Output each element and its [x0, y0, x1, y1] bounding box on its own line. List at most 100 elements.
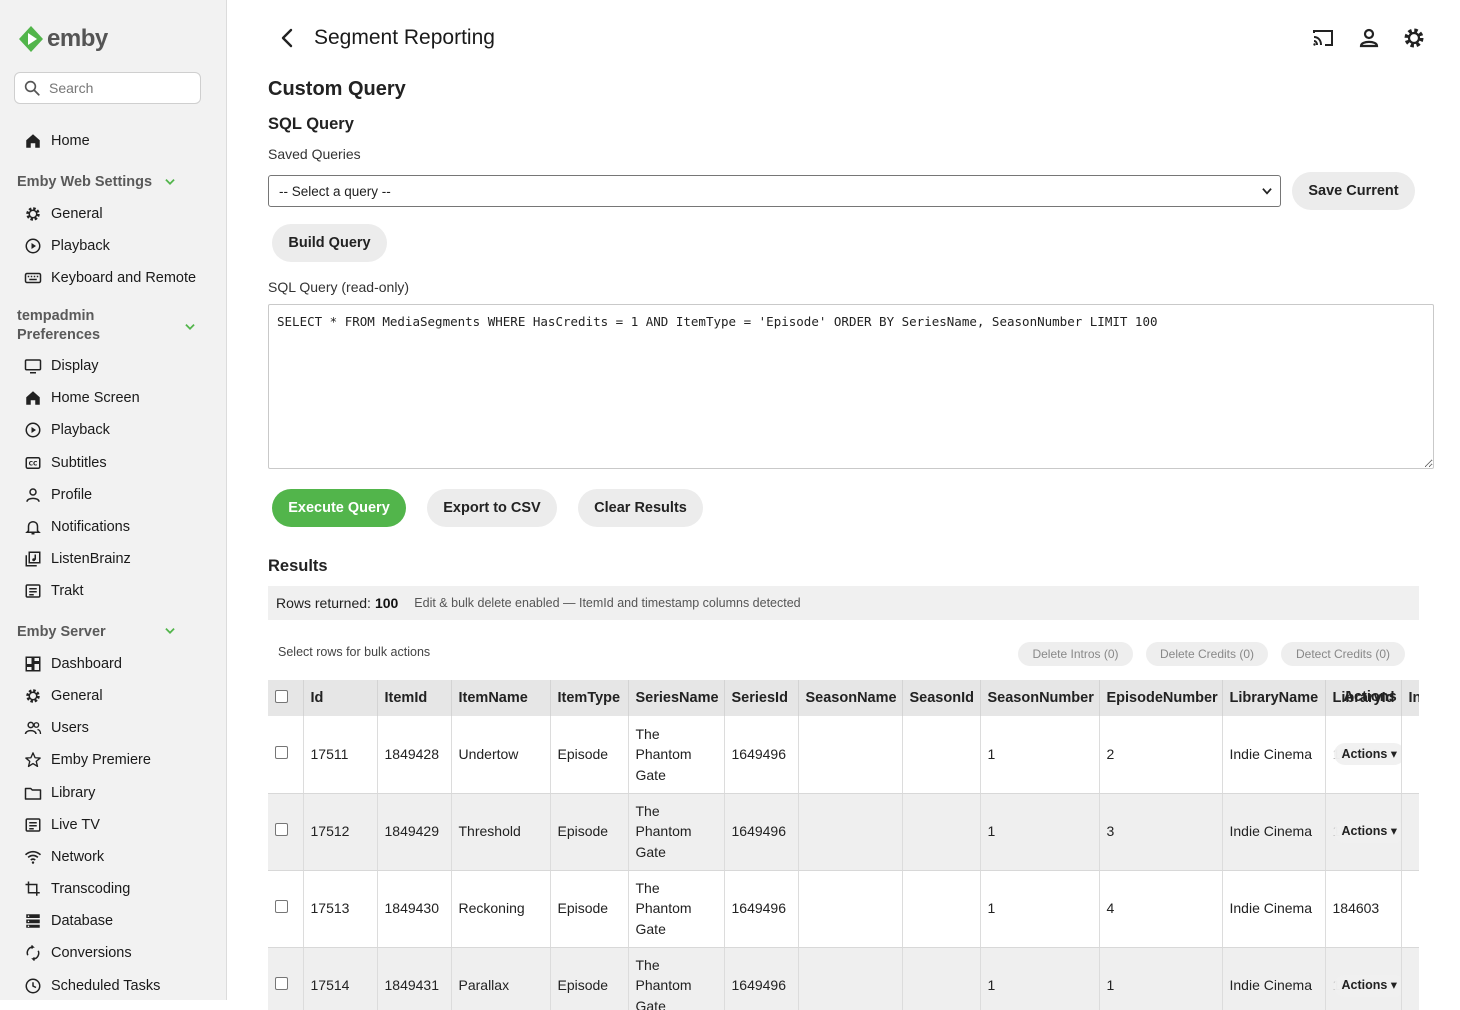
sidebar-item-network[interactable]: Network	[24, 845, 104, 869]
cell-seasonid	[902, 716, 981, 794]
row-actions-button[interactable]: Actions ▾	[1333, 974, 1400, 997]
cell-libraryid: 184603Actions ▾	[1325, 947, 1402, 1010]
sidebar-item-pref-playback[interactable]: Playback	[24, 418, 110, 442]
sync-icon	[26, 944, 40, 962]
column-header-seasonid[interactable]: SeasonId	[902, 680, 981, 716]
cell-seasonnumber: 1	[980, 716, 1100, 794]
search-input[interactable]	[47, 79, 197, 97]
sidebar-item-profile[interactable]: Profile	[24, 483, 92, 507]
delete-intros-button[interactable]: Delete Intros (0)	[1018, 642, 1133, 666]
sidebar-item-label: Transcoding	[51, 881, 131, 897]
column-header-seasonnumber[interactable]: SeasonNumber	[980, 680, 1100, 716]
cell-libraryname: Indie Cinema	[1222, 793, 1326, 871]
delete-credits-button[interactable]: Delete Credits (0)	[1146, 642, 1268, 666]
clear-results-button[interactable]: Clear Results	[578, 489, 703, 527]
cast-icon[interactable]	[1311, 26, 1335, 50]
sidebar-item-label: ListenBrainz	[51, 551, 131, 567]
cell-libraryid: 184603	[1325, 870, 1402, 948]
emby-logo[interactable]: emby	[18, 24, 108, 54]
saved-queries-select[interactable]: -- Select a query --	[268, 175, 1281, 207]
back-arrow-icon[interactable]	[276, 26, 300, 50]
search-box[interactable]	[14, 72, 201, 104]
cell-seasonid	[902, 793, 981, 871]
sidebar-item-live-tv[interactable]: Live TV	[24, 813, 100, 837]
column-header-itemid[interactable]: ItemId	[377, 680, 452, 716]
table-row[interactable]: 17514 1849431 Parallax Episode The Phant…	[268, 947, 1419, 1010]
gear-icon[interactable]	[1402, 26, 1426, 50]
column-header-seasonname[interactable]: SeasonName	[798, 680, 903, 716]
sidebar-item-subtitles[interactable]: CC Subtitles	[24, 451, 107, 475]
column-header-libraryid[interactable]: LibraryId Actions	[1325, 680, 1402, 716]
sidebar-item-listenbrainz[interactable]: ListenBrainz	[24, 547, 131, 571]
column-header-itemname[interactable]: ItemName	[451, 680, 551, 716]
sidebar-item-label: Home	[51, 133, 90, 149]
sidebar-item-conversions[interactable]: Conversions	[24, 941, 132, 965]
table-header-row: Id ItemId ItemName ItemType SeriesName S…	[268, 680, 1419, 716]
row-checkbox[interactable]	[275, 746, 288, 759]
select-all-checkbox[interactable]	[275, 689, 288, 703]
execute-query-button[interactable]: Execute Query	[272, 489, 406, 527]
column-header-id[interactable]: Id	[303, 680, 378, 716]
cell-itemname: Parallax	[451, 947, 551, 1010]
sidebar-item-notifications[interactable]: Notifications	[24, 515, 130, 539]
export-csv-button[interactable]: Export to CSV	[427, 489, 557, 527]
column-header-itemtype[interactable]: ItemType	[550, 680, 629, 716]
table-row[interactable]: 17513 1849430 Reckoning Episode The Phan…	[268, 870, 1419, 948]
sidebar-item-label: General	[51, 206, 103, 222]
sidebar-item-web-playback[interactable]: Playback	[24, 234, 110, 258]
row-checkbox[interactable]	[275, 900, 288, 914]
sidebar-item-server-general[interactable]: General	[24, 684, 103, 708]
sidebar-item-database[interactable]: Database	[24, 909, 113, 933]
rows-returned-label: Rows returned:	[276, 595, 371, 611]
detect-credits-button[interactable]: Detect Credits (0)	[1281, 642, 1405, 666]
sidebar-item-scheduled-tasks[interactable]: Scheduled Tasks	[24, 974, 160, 998]
sidebar-item-trakt[interactable]: Trakt	[24, 579, 84, 603]
column-header-libraryname[interactable]: LibraryName	[1222, 680, 1326, 716]
column-header-seriesname[interactable]: SeriesName	[628, 680, 725, 716]
cell-id: 17511	[303, 716, 378, 794]
sidebar-item-keyboard-remote[interactable]: Keyboard and Remote	[24, 266, 196, 290]
sidebar-item-library[interactable]: Library	[24, 781, 95, 805]
sql-query-textarea[interactable]: SELECT * FROM MediaSegments WHERE HasCre…	[268, 304, 1434, 469]
column-header-episodenumber[interactable]: EpisodeNumber	[1099, 680, 1223, 716]
sidebar-item-users[interactable]: Users	[24, 716, 89, 740]
section-tempadmin-preferences[interactable]: tempadmin Preferences	[17, 307, 147, 345]
section-emby-server[interactable]: Emby Server	[17, 623, 207, 642]
cell-seriesid: 1649496	[724, 870, 799, 948]
sidebar-item-home[interactable]: Home	[24, 129, 90, 153]
cell-seasonnumber: 1	[980, 793, 1100, 871]
sidebar-item-label: Emby Premiere	[51, 752, 151, 768]
row-actions-button[interactable]: Actions ▾	[1333, 743, 1400, 765]
chevron-down-icon[interactable]	[183, 320, 197, 334]
column-header-seriesid[interactable]: SeriesId	[724, 680, 799, 716]
table-row[interactable]: 17511 1849428 Undertow Episode The Phant…	[268, 716, 1419, 794]
cell-episodenumber: 4	[1099, 870, 1223, 948]
custom-query-heading: Custom Query	[268, 78, 406, 100]
row-actions-button[interactable]: Actions ▾	[1333, 820, 1400, 843]
cell-seriesname: The Phantom Gate	[628, 947, 725, 1010]
cell-seasonnumber: 1	[980, 870, 1100, 948]
sidebar-item-transcoding[interactable]: Transcoding	[24, 877, 130, 901]
cell-seasonid	[902, 947, 981, 1010]
user-icon[interactable]	[1357, 26, 1381, 50]
sidebar-item-display[interactable]: Display	[24, 354, 99, 378]
save-current-button[interactable]: Save Current	[1292, 172, 1415, 210]
row-checkbox[interactable]	[275, 977, 288, 991]
column-header-in[interactable]: In	[1401, 680, 1419, 716]
results-table-container[interactable]: Id ItemId ItemName ItemType SeriesName S…	[268, 680, 1419, 1010]
cell-libraryid: 184603Actions ▾	[1325, 793, 1402, 871]
sidebar-item-emby-premiere[interactable]: Emby Premiere	[24, 748, 151, 772]
table-row[interactable]: 17512 1849429 Threshold Episode The Phan…	[268, 793, 1419, 871]
cell-seriesname: The Phantom Gate	[628, 793, 725, 871]
build-query-button[interactable]: Build Query	[272, 224, 387, 262]
cell-seasonname	[798, 793, 903, 871]
emby-logo-icon	[19, 26, 43, 52]
sidebar-item-home-screen[interactable]: Home Screen	[24, 386, 140, 410]
sidebar-item-web-general[interactable]: General	[24, 202, 103, 226]
chevron-down-icon	[165, 179, 175, 185]
cell-libraryname: Indie Cinema	[1222, 947, 1326, 1010]
section-emby-web-settings[interactable]: Emby Web Settings	[17, 173, 207, 192]
row-checkbox[interactable]	[275, 823, 288, 837]
sidebar-item-label: Dashboard	[51, 656, 122, 672]
sidebar-item-dashboard[interactable]: Dashboard	[24, 652, 122, 676]
